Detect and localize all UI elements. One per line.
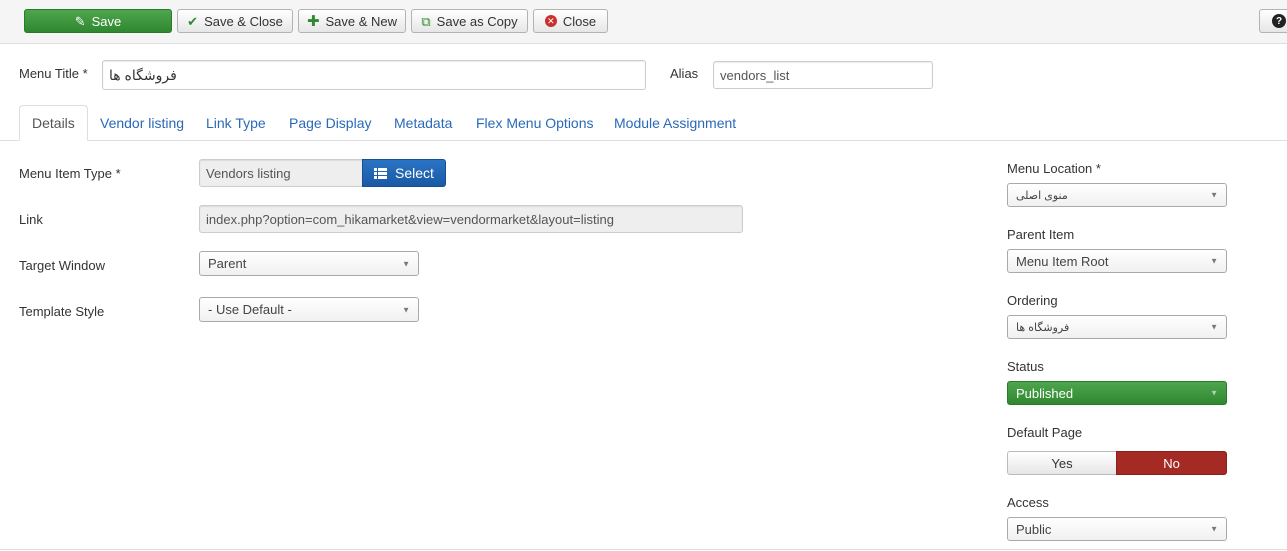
template-style-value: - Use Default - <box>208 302 292 317</box>
template-style-label: Template Style <box>19 304 105 319</box>
target-window-select[interactable]: Parent ▼ <box>199 251 419 276</box>
tab-module-assignment[interactable]: Module Assignment <box>602 105 748 141</box>
default-page-no-button[interactable]: No <box>1116 451 1227 475</box>
access-label: Access <box>1007 495 1049 510</box>
save-button[interactable]: ✎ Save <box>24 9 172 33</box>
list-icon <box>374 167 388 179</box>
target-window-value: Parent <box>208 256 247 271</box>
parent-item-label: Parent Item <box>1007 227 1075 242</box>
alias-label: Alias <box>670 66 699 81</box>
parent-item-select[interactable]: Menu Item Root ▼ <box>1007 249 1227 273</box>
link-field: index.php?option=com_hikamarket&view=ven… <box>199 205 743 233</box>
footer-divider <box>0 549 1287 550</box>
close-button[interactable]: ✕ Close <box>533 9 608 33</box>
chevron-down-icon: ▼ <box>402 305 410 314</box>
tab-flex-menu-options[interactable]: Flex Menu Options <box>464 105 606 141</box>
save-label: Save <box>91 13 122 29</box>
menu-item-type-value: Vendors listing <box>206 165 291 181</box>
menu-title-input[interactable]: فروشگاه ها <box>102 60 646 90</box>
menu-title-value: فروشگاه ها <box>109 66 177 83</box>
ordering-select[interactable]: فروشگاه ها ▼ <box>1007 315 1227 339</box>
tab-page-display[interactable]: Page Display <box>277 105 384 141</box>
access-select[interactable]: Public ▼ <box>1007 517 1227 541</box>
chevron-down-icon: ▼ <box>1210 388 1218 398</box>
edit-icon: ✎ <box>74 13 86 29</box>
tab-link-type[interactable]: Link Type <box>194 105 278 141</box>
ordering-value: فروشگاه ها <box>1016 321 1070 334</box>
help-icon: ? <box>1272 14 1286 28</box>
status-label: Status <box>1007 359 1044 374</box>
save-close-label: Save & Close <box>204 13 283 29</box>
copy-icon: ⧉ <box>421 13 431 29</box>
save-new-label: Save & New <box>325 13 398 29</box>
chevron-down-icon: ▼ <box>1210 322 1218 332</box>
save-copy-button[interactable]: ⧉ Save as Copy <box>411 9 528 33</box>
ordering-label: Ordering <box>1007 293 1058 308</box>
menu-item-type-label: Menu Item Type * <box>19 166 121 181</box>
save-new-button[interactable]: ✚ Save & New <box>298 9 406 33</box>
status-value: Published <box>1016 385 1074 401</box>
toolbar: ✎ Save ✔ Save & Close ✚ Save & New ⧉ Sav… <box>0 0 1287 44</box>
help-button[interactable]: ? <box>1259 9 1287 33</box>
alias-value: vendors_list <box>720 67 790 83</box>
save-close-button[interactable]: ✔ Save & Close <box>177 9 293 33</box>
alias-input[interactable]: vendors_list <box>713 61 933 89</box>
tab-metadata[interactable]: Metadata <box>382 105 464 141</box>
parent-item-value: Menu Item Root <box>1016 253 1109 269</box>
target-window-label: Target Window <box>19 258 105 273</box>
tab-vendor-listing[interactable]: Vendor listing <box>88 105 196 141</box>
link-value: index.php?option=com_hikamarket&view=ven… <box>206 211 614 227</box>
select-type-button[interactable]: Select <box>362 159 446 187</box>
menu-location-select[interactable]: منوی اصلی ▼ <box>1007 183 1227 207</box>
close-icon: ✕ <box>544 15 557 27</box>
plus-icon: ✚ <box>306 12 320 30</box>
menu-location-label: Menu Location * <box>1007 161 1101 176</box>
menu-location-value: منوی اصلی <box>1016 189 1068 202</box>
access-value: Public <box>1016 521 1052 537</box>
chevron-down-icon: ▼ <box>1210 190 1218 200</box>
check-icon: ✔ <box>187 13 199 29</box>
chevron-down-icon: ▼ <box>402 259 410 268</box>
link-label: Link <box>19 212 43 227</box>
menu-item-type-field: Vendors listing <box>199 159 363 187</box>
select-button-label: Select <box>395 165 434 181</box>
default-page-label: Default Page <box>1007 425 1083 440</box>
chevron-down-icon: ▼ <box>1210 524 1218 534</box>
close-label: Close <box>562 13 597 29</box>
menu-title-label: Menu Title * <box>19 66 88 81</box>
default-page-yes-button[interactable]: Yes <box>1007 451 1117 475</box>
chevron-down-icon: ▼ <box>1210 256 1218 266</box>
save-copy-label: Save as Copy <box>436 13 518 29</box>
template-style-select[interactable]: - Use Default - ▼ <box>199 297 419 322</box>
status-select[interactable]: Published ▼ <box>1007 381 1227 405</box>
tab-details[interactable]: Details <box>19 105 88 141</box>
